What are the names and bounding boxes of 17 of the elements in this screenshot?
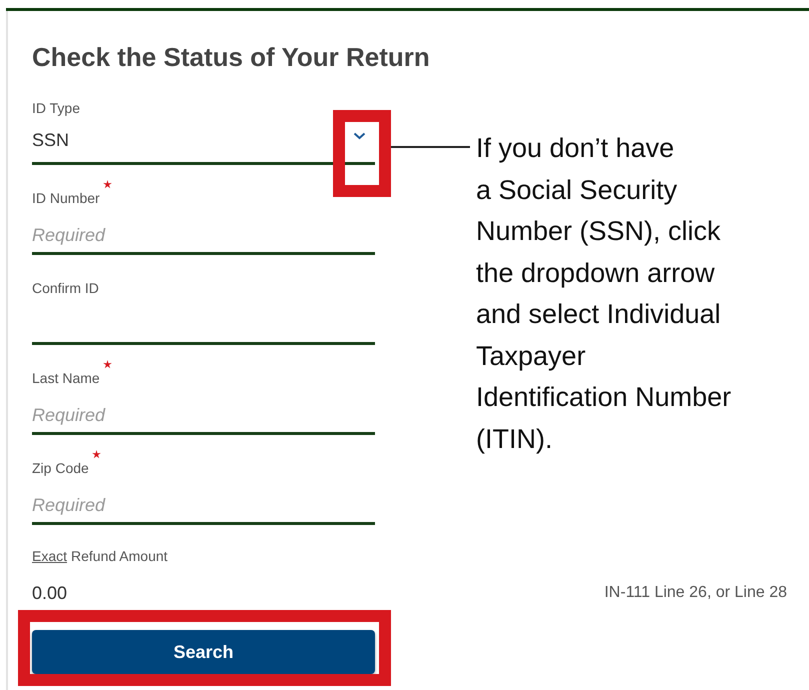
input-field[interactable]: Required [32,476,375,525]
search-button[interactable]: Search [32,630,375,674]
field-label: Confirm ID [32,279,99,298]
input-field[interactable]: Required [32,386,375,435]
field-label: ID Type [32,99,80,118]
field-label: Last Name [32,369,100,388]
field-label: ID Number [32,189,100,208]
refund-hint: IN-111 Line 26, or Line 28 [604,583,787,603]
callout-text: If you don’t have a Social Security Number (SSN), click the dropdown arrow and select Individual Taxpayer Identification Number (ITIN). [476,132,732,456]
field-label: Refund Amount [71,546,168,566]
input-field[interactable]: Required [32,206,375,255]
id-type-dropdown[interactable]: SSN [32,116,375,165]
refund-value: 0.00 [32,582,68,605]
field-label: Zip Code [32,459,89,478]
form-title: Check the Status of Your Return [32,41,431,74]
chevron-down-icon [353,132,366,140]
exact-link[interactable]: Exact [32,546,68,566]
